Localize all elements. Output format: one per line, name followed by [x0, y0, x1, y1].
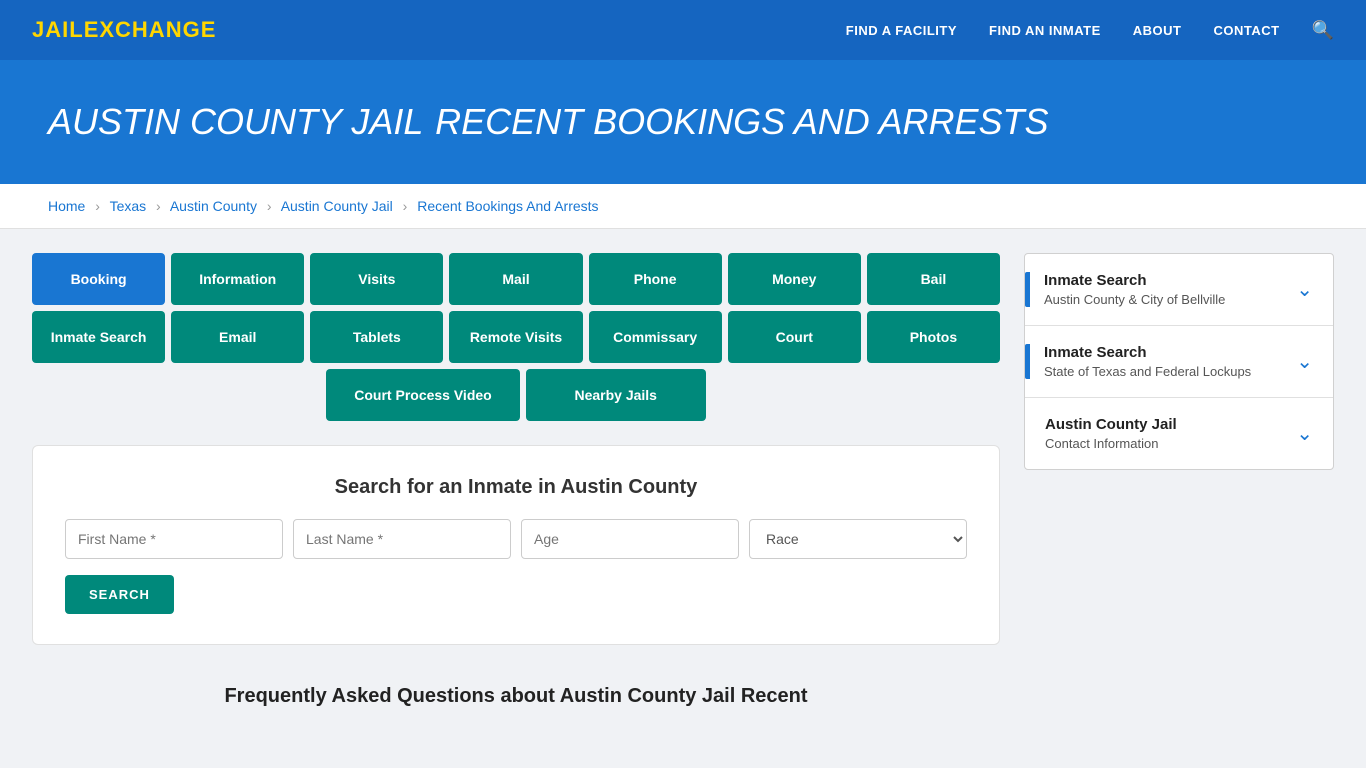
- breadcrumb-sep-2: ›: [156, 198, 161, 214]
- search-button[interactable]: SEARCH: [65, 575, 174, 614]
- navbar: JAILEXCHANGE FIND A FACILITY FIND AN INM…: [0, 0, 1366, 60]
- sidebar-title-2: Inmate Search: [1044, 344, 1251, 361]
- btn-booking[interactable]: Booking: [32, 253, 165, 305]
- sidebar-text-3: Austin County Jail Contact Information: [1045, 416, 1177, 451]
- race-select[interactable]: Race: [749, 519, 967, 559]
- breadcrumb-current: Recent Bookings And Arrests: [417, 198, 598, 214]
- sidebar-text-2: Inmate Search State of Texas and Federal…: [1044, 344, 1251, 379]
- site-logo[interactable]: JAILEXCHANGE: [32, 17, 216, 43]
- logo-exchange: EXCHANGE: [84, 17, 217, 42]
- breadcrumb-sep-3: ›: [267, 198, 272, 214]
- logo-jail: JAIL: [32, 17, 84, 42]
- sidebar-bar-1: [1025, 272, 1030, 307]
- btn-remote-visits[interactable]: Remote Visits: [449, 311, 582, 363]
- sidebar-title-1: Inmate Search: [1044, 272, 1225, 289]
- sidebar-sub-2: State of Texas and Federal Lockups: [1044, 364, 1251, 379]
- button-grid-row1: Booking Information Visits Mail Phone Mo…: [32, 253, 1000, 305]
- sidebar-bar-2: [1025, 344, 1030, 379]
- last-name-input[interactable]: [293, 519, 511, 559]
- chevron-down-icon-2: ⌄: [1296, 349, 1313, 374]
- button-grid-row3: Court Process Video Nearby Jails: [32, 369, 1000, 421]
- button-grid-row2: Inmate Search Email Tablets Remote Visit…: [32, 311, 1000, 363]
- btn-court[interactable]: Court: [728, 311, 861, 363]
- btn-information[interactable]: Information: [171, 253, 304, 305]
- breadcrumb-austin-county-jail[interactable]: Austin County Jail: [281, 198, 393, 214]
- breadcrumb-home[interactable]: Home: [48, 198, 85, 214]
- btn-nearby-jails[interactable]: Nearby Jails: [526, 369, 706, 421]
- chevron-down-icon-1: ⌄: [1296, 277, 1313, 302]
- sidebar-title-3: Austin County Jail: [1045, 416, 1177, 433]
- btn-court-process-video[interactable]: Court Process Video: [326, 369, 519, 421]
- btn-money[interactable]: Money: [728, 253, 861, 305]
- first-name-input[interactable]: [65, 519, 283, 559]
- sidebar: Inmate Search Austin County & City of Be…: [1024, 253, 1334, 712]
- sidebar-sub-3: Contact Information: [1045, 436, 1177, 451]
- breadcrumb-texas[interactable]: Texas: [110, 198, 147, 214]
- nav-find-inmate[interactable]: FIND AN INMATE: [989, 23, 1101, 38]
- btn-phone[interactable]: Phone: [589, 253, 722, 305]
- sidebar-card: Inmate Search Austin County & City of Be…: [1024, 253, 1334, 470]
- breadcrumb-austin-county[interactable]: Austin County: [170, 198, 257, 214]
- sidebar-item-inmate-search-2[interactable]: Inmate Search State of Texas and Federal…: [1025, 326, 1333, 398]
- breadcrumb: Home › Texas › Austin County › Austin Co…: [0, 184, 1366, 229]
- btn-mail[interactable]: Mail: [449, 253, 582, 305]
- search-box: Search for an Inmate in Austin County Ra…: [32, 445, 1000, 645]
- btn-commissary[interactable]: Commissary: [589, 311, 722, 363]
- main-wrapper: Booking Information Visits Mail Phone Mo…: [0, 229, 1366, 736]
- breadcrumb-sep-1: ›: [95, 198, 100, 214]
- btn-visits[interactable]: Visits: [310, 253, 443, 305]
- bottom-heading: Frequently Asked Questions about Austin …: [32, 669, 1000, 712]
- content-left: Booking Information Visits Mail Phone Mo…: [32, 253, 1000, 712]
- hero-title-sub: Recent Bookings and Arrests: [435, 101, 1048, 142]
- breadcrumb-sep-4: ›: [403, 198, 408, 214]
- sidebar-item-contact-info[interactable]: Austin County Jail Contact Information ⌄: [1025, 398, 1333, 469]
- btn-bail[interactable]: Bail: [867, 253, 1000, 305]
- btn-tablets[interactable]: Tablets: [310, 311, 443, 363]
- hero-section: Austin County Jail Recent Bookings and A…: [0, 60, 1366, 184]
- nav-links: FIND A FACILITY FIND AN INMATE ABOUT CON…: [846, 20, 1334, 41]
- sidebar-sub-1: Austin County & City of Bellville: [1044, 292, 1225, 307]
- nav-about[interactable]: ABOUT: [1133, 23, 1182, 38]
- btn-email[interactable]: Email: [171, 311, 304, 363]
- sidebar-text-1: Inmate Search Austin County & City of Be…: [1044, 272, 1225, 307]
- search-icon[interactable]: 🔍: [1312, 20, 1334, 41]
- nav-find-facility[interactable]: FIND A FACILITY: [846, 23, 957, 38]
- sidebar-inner-2: Inmate Search State of Texas and Federal…: [1044, 344, 1296, 379]
- chevron-down-icon-3: ⌄: [1296, 421, 1313, 446]
- search-title: Search for an Inmate in Austin County: [65, 476, 967, 499]
- page-title: Austin County Jail Recent Bookings and A…: [48, 96, 1318, 144]
- btn-photos[interactable]: Photos: [867, 311, 1000, 363]
- hero-title-main: Austin County Jail: [48, 101, 423, 142]
- btn-inmate-search[interactable]: Inmate Search: [32, 311, 165, 363]
- nav-contact[interactable]: CONTACT: [1213, 23, 1279, 38]
- sidebar-item-inmate-search-1[interactable]: Inmate Search Austin County & City of Be…: [1025, 254, 1333, 326]
- search-fields: Race: [65, 519, 967, 559]
- sidebar-inner-1: Inmate Search Austin County & City of Be…: [1044, 272, 1296, 307]
- age-input[interactable]: [521, 519, 739, 559]
